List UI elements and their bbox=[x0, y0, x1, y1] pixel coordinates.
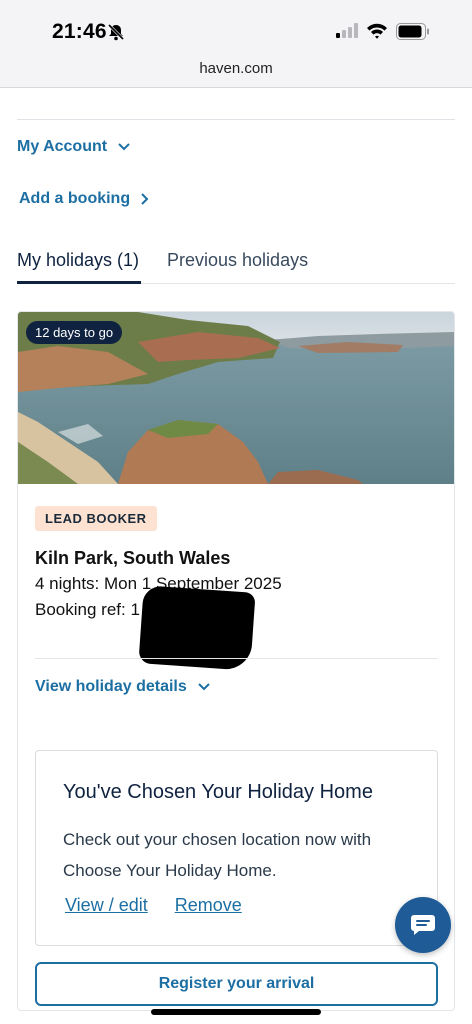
cell-signal-icon bbox=[336, 23, 358, 43]
remove-link[interactable]: Remove bbox=[175, 895, 242, 915]
countdown-badge: 12 days to go bbox=[26, 321, 123, 344]
my-account-label: My Account bbox=[17, 138, 108, 155]
chevron-right-icon bbox=[141, 193, 149, 205]
home-indicator bbox=[151, 1009, 321, 1015]
battery-icon bbox=[396, 23, 430, 45]
active-tab-indicator bbox=[17, 281, 141, 284]
lead-booker-badge: LEAD BOOKER bbox=[35, 506, 157, 531]
tab-my-holidays[interactable]: My holidays (1) bbox=[17, 250, 139, 271]
park-name: Kiln Park, South Wales bbox=[35, 548, 231, 568]
my-account-dropdown[interactable]: My Account bbox=[17, 138, 131, 156]
chat-button[interactable] bbox=[395, 897, 451, 953]
tab-previous-holidays[interactable]: Previous holidays bbox=[167, 250, 308, 271]
address-bar[interactable]: haven.com bbox=[0, 56, 472, 88]
add-booking-link[interactable]: Add a booking bbox=[19, 190, 150, 208]
holiday-home-title: You've Chosen Your Holiday Home bbox=[63, 781, 373, 803]
divider bbox=[17, 119, 455, 120]
holiday-home-actions: View / edit Remove bbox=[65, 895, 264, 916]
divider bbox=[35, 658, 438, 659]
booking-card: 12 days to go LEAD BOOKER Kiln Park, Sou… bbox=[17, 311, 455, 1011]
wifi-icon bbox=[366, 22, 388, 44]
booking-ref: Booking ref: 1 bbox=[35, 600, 140, 619]
view-edit-link[interactable]: View / edit bbox=[65, 895, 148, 915]
view-details-label: View holiday details bbox=[35, 678, 187, 695]
url-text: haven.com bbox=[199, 60, 273, 77]
holiday-tabs: My holidays (1) Previous holidays bbox=[17, 248, 455, 284]
view-holiday-details-dropdown[interactable]: View holiday details bbox=[35, 678, 211, 696]
add-booking-label: Add a booking bbox=[19, 190, 131, 207]
holiday-home-card: You've Chosen Your Holiday Home Check ou… bbox=[35, 750, 438, 946]
clock: 21:46 bbox=[52, 20, 107, 43]
register-arrival-button[interactable]: Register your arrival bbox=[35, 962, 438, 1006]
chat-icon bbox=[411, 915, 435, 935]
chevron-down-icon bbox=[118, 143, 130, 151]
bell-muted-icon bbox=[107, 23, 125, 46]
status-bar: 21:46 bbox=[0, 0, 472, 56]
chevron-down-icon bbox=[198, 683, 210, 691]
holiday-home-description: Check out your chosen location now with … bbox=[63, 830, 372, 880]
